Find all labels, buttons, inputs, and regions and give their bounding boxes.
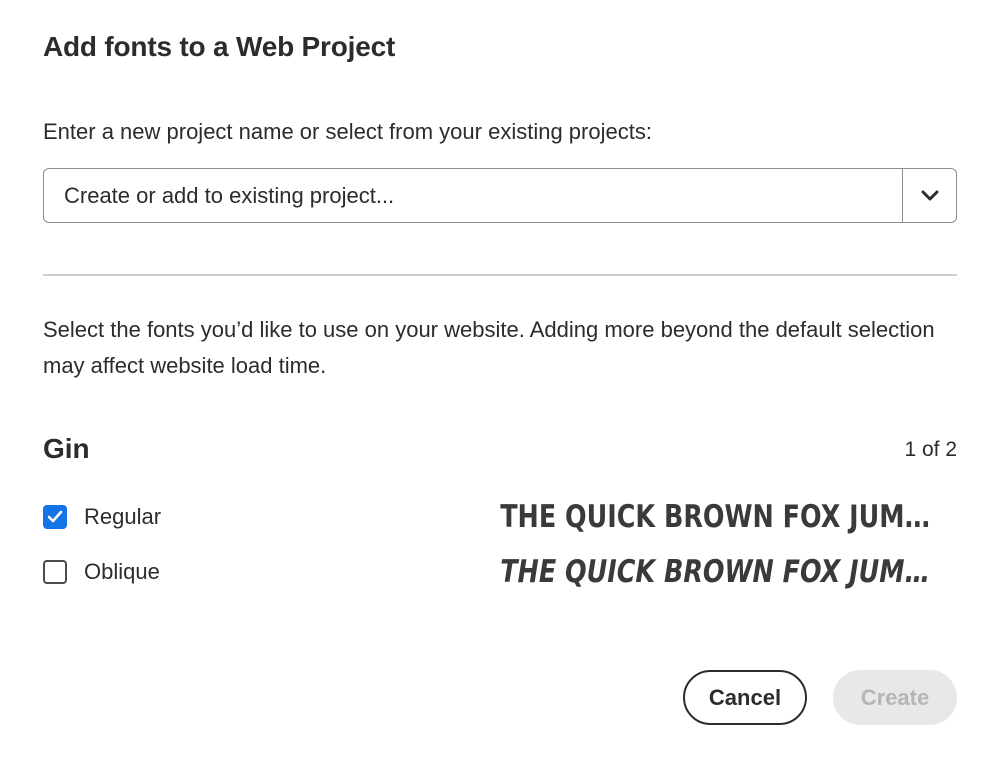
dialog-title: Add fonts to a Web Project xyxy=(43,31,396,62)
section-divider xyxy=(43,274,957,276)
oblique-font-sample: THE QUICK BROWN FOX JUMPS O… xyxy=(500,554,943,590)
project-name-input[interactable] xyxy=(44,169,902,222)
font-counter: 1 of 2 xyxy=(904,438,957,461)
font-style-row-regular: Regular THE QUICK BROWN FOX JUMPS O… xyxy=(43,497,957,537)
create-button[interactable]: Create xyxy=(833,670,957,725)
project-prompt: Enter a new project name or select from … xyxy=(43,119,652,144)
project-combobox xyxy=(43,168,957,223)
regular-font-sample: THE QUICK BROWN FOX JUMPS O… xyxy=(500,499,943,535)
regular-label[interactable]: Regular xyxy=(84,504,161,530)
add-fonts-dialog: Add fonts to a Web Project Enter a new p… xyxy=(0,0,1000,767)
cancel-button[interactable]: Cancel xyxy=(683,670,807,725)
oblique-checkbox[interactable] xyxy=(43,560,67,584)
font-family-name: Gin xyxy=(43,433,90,464)
regular-checkbox[interactable] xyxy=(43,505,67,529)
checkmark-icon xyxy=(47,510,63,523)
font-style-row-oblique: Oblique THE QUICK BROWN FOX JUMPS O… xyxy=(43,552,957,592)
chevron-down-icon xyxy=(921,190,938,200)
oblique-label[interactable]: Oblique xyxy=(84,559,160,585)
fonts-description: Select the fonts you’d like to use on yo… xyxy=(43,317,935,378)
project-dropdown-button[interactable] xyxy=(902,169,956,222)
